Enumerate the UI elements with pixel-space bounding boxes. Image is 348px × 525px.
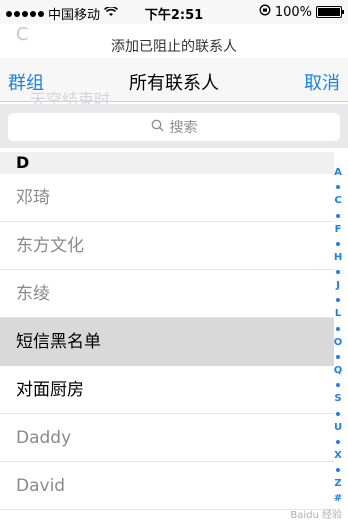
index-letter[interactable]: H (330, 251, 346, 265)
section-index[interactable]: A C F H J L O Q S U X Z # (330, 166, 346, 506)
index-bullet-icon (336, 298, 340, 303)
index-bullet-icon (336, 468, 340, 473)
index-letter[interactable]: Z (330, 477, 346, 491)
index-bullet-icon (336, 326, 340, 331)
contact-row[interactable]: 邓琦 (0, 174, 334, 222)
index-letter[interactable]: F (330, 223, 346, 237)
section-header-d: D (0, 152, 334, 174)
contact-row[interactable]: 东方文化 (0, 222, 334, 270)
search-placeholder: 搜索 (169, 120, 198, 136)
index-letter[interactable]: C (330, 194, 346, 208)
contact-row[interactable]: Daddy (0, 414, 334, 462)
contact-row[interactable]: 东绫 (0, 270, 334, 318)
index-letter[interactable]: L (330, 307, 346, 321)
index-bullet-icon (336, 355, 340, 360)
index-bullet-icon (336, 383, 340, 388)
search-bar: 搜索 (0, 104, 348, 148)
index-letter[interactable]: J (330, 279, 346, 293)
sheet-title: 添加已阻止的联系人 (111, 39, 237, 55)
search-input[interactable]: 搜索 (8, 113, 340, 141)
contact-row-selected[interactable]: 短信黑名单 (0, 318, 334, 366)
search-icon (151, 119, 164, 136)
battery-percentage: 100% (274, 4, 312, 20)
index-letter[interactable]: A (330, 166, 346, 180)
index-bullet-icon (336, 213, 340, 218)
contact-row[interactable]: 对面厨房 (0, 366, 334, 414)
index-bullet-icon (336, 270, 340, 275)
index-bullet-icon (336, 241, 340, 246)
index-bullet-icon (336, 185, 340, 190)
index-bullet-icon (336, 411, 340, 416)
index-letter[interactable]: S (330, 392, 346, 406)
index-letter[interactable]: # (330, 492, 346, 506)
status-bar: 中国移动 下午2:51 100% (0, 0, 348, 24)
rotation-lock-icon (259, 4, 271, 20)
index-letter[interactable]: Q (330, 364, 346, 378)
battery-icon (316, 6, 344, 18)
contact-row[interactable]: David (0, 462, 334, 510)
cancel-button[interactable]: 取消 (304, 69, 340, 95)
index-letter[interactable]: X (330, 449, 346, 463)
index-letter[interactable]: O (330, 336, 346, 350)
index-bullet-icon (336, 439, 340, 444)
index-letter[interactable]: U (330, 421, 346, 435)
watermark: Baidu 经验 (290, 510, 342, 521)
